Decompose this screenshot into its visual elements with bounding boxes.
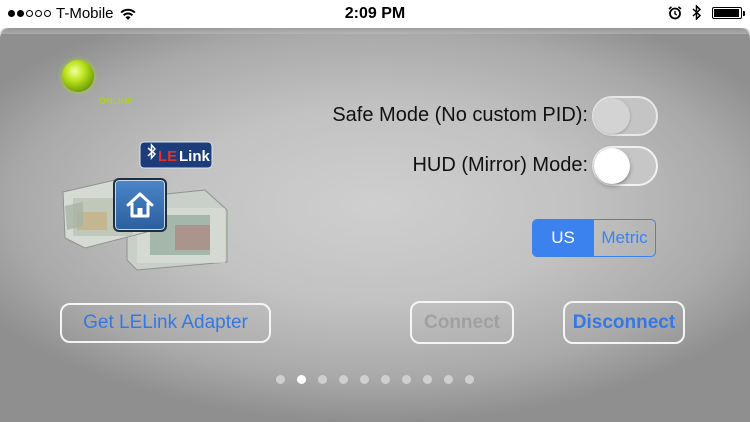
page-dot[interactable] <box>297 375 306 384</box>
safe-mode-label: Safe Mode (No custom PID): <box>332 104 588 126</box>
disconnect-button[interactable]: Disconnect <box>563 301 685 344</box>
page-indicator[interactable] <box>276 375 474 384</box>
page-dot[interactable] <box>318 375 327 384</box>
home-button[interactable] <box>113 178 167 232</box>
bluetooth-icon <box>692 5 702 20</box>
connect-button[interactable]: Connect <box>410 301 514 344</box>
safe-mode-toggle-knob <box>594 98 630 134</box>
status-led-icon <box>62 60 94 92</box>
units-option-metric[interactable]: Metric <box>593 220 655 256</box>
svg-text:LE: LE <box>158 148 177 165</box>
status-bar-right <box>668 5 745 20</box>
hud-mode-toggle-knob <box>594 148 630 184</box>
alarm-icon <box>668 5 682 19</box>
safe-mode-toggle[interactable] <box>592 96 658 136</box>
home-icon <box>126 192 154 218</box>
page-dot[interactable] <box>276 375 285 384</box>
units-segmented-control: US Metric <box>532 219 656 257</box>
units-option-us[interactable]: US <box>533 220 593 256</box>
page-dot[interactable] <box>381 375 390 384</box>
clock: 2:09 PM <box>344 5 406 22</box>
page-dot[interactable] <box>444 375 453 384</box>
page-dot[interactable] <box>465 375 474 384</box>
hud-mode-toggle[interactable] <box>592 146 658 186</box>
page-dot[interactable] <box>360 375 369 384</box>
hud-mode-label: HUD (Mirror) Mode: <box>412 154 588 176</box>
svg-text:Link: Link <box>179 148 210 165</box>
get-adapter-button[interactable]: Get LELink Adapter <box>60 303 271 343</box>
connection-status: ONLINE <box>99 96 134 106</box>
page-dot[interactable] <box>339 375 348 384</box>
battery-icon <box>712 6 745 19</box>
page-dot[interactable] <box>402 375 411 384</box>
page-dot[interactable] <box>423 375 432 384</box>
status-bar: T-Mobile 2:09 PM <box>0 0 750 28</box>
